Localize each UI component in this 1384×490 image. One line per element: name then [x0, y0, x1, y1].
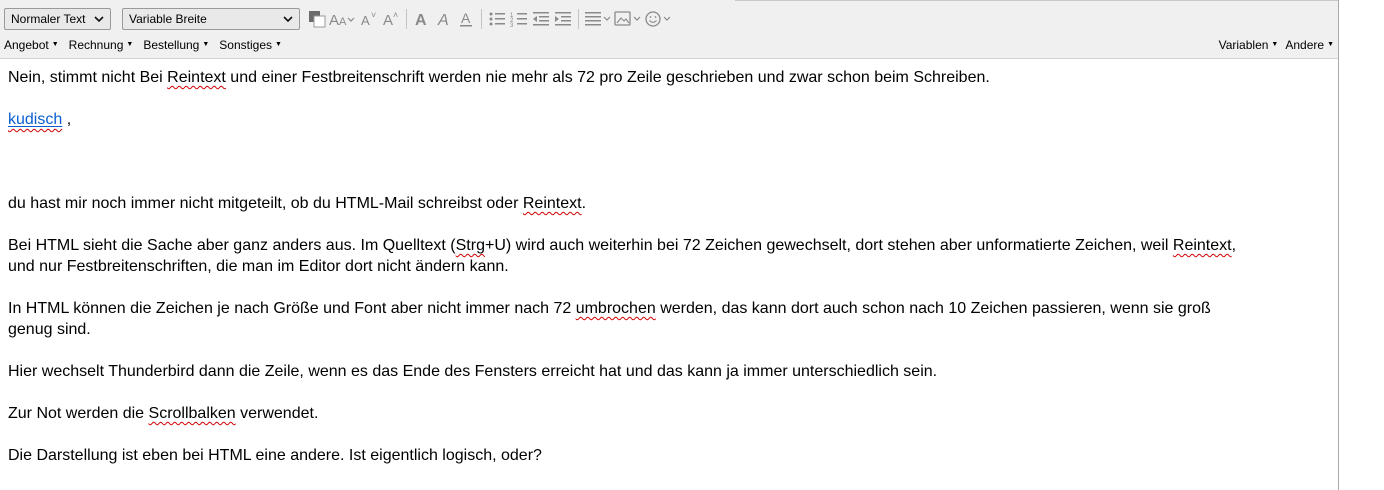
text-run: und einer Festbreitenschrift werden nie …: [225, 69, 990, 86]
text-run: +U) wird auch weiterhin bei 72 Zeichen g…: [484, 237, 1173, 254]
text-run: .: [581, 195, 587, 212]
menu-angebot[interactable]: Angebot ▼: [4, 38, 59, 52]
menu-label: Variablen: [1218, 38, 1269, 52]
paragraph-2: du hast mir noch immer nicht mitgeteilt,…: [8, 193, 1328, 214]
toolbar-separator: [578, 9, 579, 29]
text-run: Bei HTML sieht die Sache aber ganz ander…: [8, 237, 456, 254]
menu-label: Sonstiges: [219, 38, 272, 52]
text-run: du hast mir noch immer nicht mitgeteilt,…: [8, 195, 523, 212]
svg-text:A: A: [461, 10, 471, 26]
compose-editor: Normaler Text Variable Breite AA A ˅ A ˄ A: [0, 0, 1339, 490]
text-run: werden, das kann dort auch schon nach 10…: [655, 300, 1211, 317]
font-size-down-icon[interactable]: A ˅: [358, 8, 380, 30]
toolbar-separator: [481, 9, 482, 29]
misspelled-word: Reintext: [167, 69, 226, 86]
menu-label: Rechnung: [68, 38, 124, 52]
misspelled-word: Strg: [455, 237, 485, 254]
chevron-down-icon: [283, 16, 293, 23]
caret-down-icon: ▼: [202, 40, 210, 48]
text-run: Zur Not werden die: [8, 405, 149, 422]
misspelled-word: Scrollbalken: [148, 405, 236, 422]
mention-link-text: kudisch: [8, 111, 63, 128]
caret-down-icon: ▼: [126, 40, 134, 48]
paragraph-7: Die Darstellung ist eben bei HTML eine a…: [8, 447, 542, 464]
misspelled-word: Reintext: [1172, 237, 1232, 254]
align-icon[interactable]: [583, 8, 613, 30]
text-run: und nur Festbreitenschriften, die man im…: [8, 258, 509, 275]
paragraph-format-value: Normaler Text: [11, 12, 86, 26]
caret-down-icon: ▼: [1327, 40, 1334, 48]
text-run: ,: [62, 111, 72, 128]
text-run: ,: [1231, 237, 1237, 254]
svg-text:A: A: [415, 12, 427, 29]
paragraph-4: In HTML können die Zeichen je nach Größe…: [8, 298, 1328, 340]
template-menu-bar: Angebot ▼ Rechnung ▼ Bestellung ▼ Sonstiges…: [4, 38, 292, 52]
message-body[interactable]: Nein, stimmt nicht Bei Reintext und eine…: [8, 67, 1328, 466]
svg-text:A: A: [437, 12, 449, 29]
toolbar-separator: [406, 9, 407, 29]
svg-text:A: A: [383, 12, 393, 29]
text-run: genug sind.: [8, 321, 91, 338]
format-row: Normaler Text Variable Breite AA A ˅ A ˄ A: [4, 7, 673, 31]
underline-icon[interactable]: A: [455, 8, 477, 30]
svg-text:A: A: [329, 12, 339, 29]
font-size-up-icon[interactable]: A ˄: [380, 8, 402, 30]
insert-image-icon[interactable]: [613, 8, 643, 30]
window-background: [1339, 0, 1384, 490]
menu-label: Bestellung: [143, 38, 200, 52]
font-family-select[interactable]: Variable Breite: [122, 8, 300, 30]
paragraph-1: Nein, stimmt nicht Bei Reintext und eine…: [8, 67, 1328, 88]
smaller-font-icon[interactable]: AA: [328, 8, 358, 30]
numbered-list-icon[interactable]: 123: [508, 8, 530, 30]
menu-rechnung[interactable]: Rechnung ▼: [69, 38, 134, 52]
paragraph-6: Zur Not werden die Scrollbalken verwende…: [8, 403, 1328, 424]
caret-down-icon: ▼: [275, 40, 282, 48]
bold-icon[interactable]: A: [411, 8, 433, 30]
text-run: Nein, stimmt nicht Bei: [8, 69, 168, 86]
text-run: In HTML können die Zeichen je nach Größe…: [8, 300, 576, 317]
toolbar-top-divider: [735, 0, 1338, 1]
text-color-icon[interactable]: [306, 8, 328, 30]
font-family-value: Variable Breite: [129, 12, 207, 26]
svg-text:A: A: [339, 16, 347, 28]
bullet-list-icon[interactable]: [486, 8, 508, 30]
svg-text:A: A: [361, 13, 370, 28]
caret-down-icon: ▼: [1271, 40, 1279, 48]
template-menu-bar-right: Variablen ▼ Andere ▼: [1212, 38, 1334, 52]
indent-icon[interactable]: [552, 8, 574, 30]
menu-label: Andere: [1285, 38, 1325, 52]
svg-text:3: 3: [510, 23, 514, 29]
mention-line: kudisch ,: [8, 109, 1328, 130]
italic-icon[interactable]: A: [433, 8, 455, 30]
misspelled-word: umbrochen: [575, 300, 656, 317]
svg-text:˅: ˅: [371, 10, 376, 20]
misspelled-word: Reintext: [522, 195, 582, 212]
emoji-icon[interactable]: [643, 8, 673, 30]
paragraph-3: Bei HTML sieht die Sache aber ganz ander…: [8, 235, 1328, 277]
mention-link[interactable]: kudisch: [8, 111, 62, 128]
menu-sonstiges[interactable]: Sonstiges ▼: [219, 38, 282, 52]
formatting-toolbar: Normaler Text Variable Breite AA A ˅ A ˄ A: [0, 0, 1338, 59]
menu-variablen[interactable]: Variablen ▼: [1219, 38, 1279, 52]
chevron-down-icon: [94, 16, 104, 23]
paragraph-5: Hier wechselt Thunderbird dann die Zeile…: [8, 363, 938, 380]
menu-bestellung[interactable]: Bestellung ▼: [143, 38, 209, 52]
text-run: verwendet.: [235, 405, 319, 422]
menu-andere[interactable]: Andere ▼: [1285, 38, 1334, 52]
outdent-icon[interactable]: [530, 8, 552, 30]
svg-text:˄: ˄: [393, 10, 398, 20]
menu-label: Angebot: [4, 38, 49, 52]
caret-down-icon: ▼: [51, 40, 59, 48]
paragraph-format-select[interactable]: Normaler Text: [4, 8, 111, 30]
